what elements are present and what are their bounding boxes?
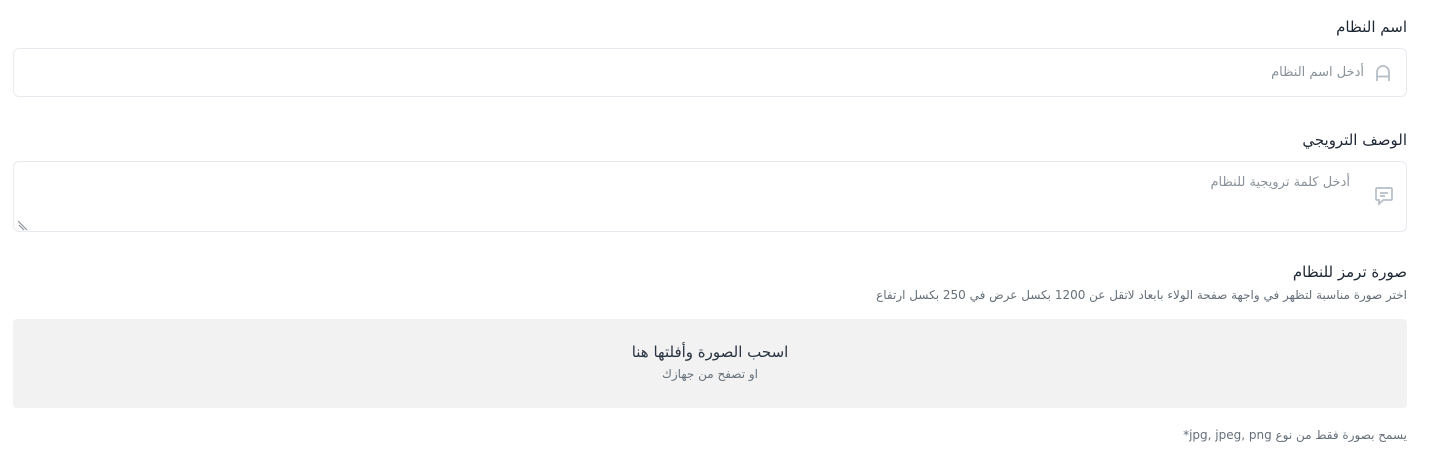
system-settings-form: اسم النظام أدخل اسم النظام الوصف الترويج…	[0, 0, 1429, 463]
promo-description-textarea[interactable]: أدخل كلمة ترويجية للنظام	[13, 161, 1407, 232]
promo-description-placeholder: أدخل كلمة ترويجية للنظام	[1210, 175, 1351, 190]
system-name-placeholder: أدخل اسم النظام	[1271, 65, 1364, 80]
user-icon	[1374, 63, 1392, 83]
system-image-hint: اختر صورة مناسبة لتظهر في واجهة صفحة الو…	[876, 288, 1407, 302]
browse-device-link[interactable]: او تصفح من جهازك	[13, 367, 1407, 381]
message-icon	[1372, 184, 1396, 208]
system-name-input[interactable]: أدخل اسم النظام	[13, 48, 1407, 97]
system-name-label: اسم النظام	[1336, 18, 1407, 36]
resize-handle-icon[interactable]	[17, 216, 29, 231]
allowed-file-types-note: يسمح بصورة فقط من نوع jpg, jpeg, png*	[1183, 428, 1407, 442]
promo-description-label: الوصف الترويجي	[1302, 131, 1407, 149]
dropzone-title: اسحب الصورة وأفلتها هنا	[631, 343, 789, 361]
system-image-label: صورة ترمز للنظام	[1292, 263, 1407, 281]
image-dropzone[interactable]: اسحب الصورة وأفلتها هنا او تصفح من جهازك	[13, 319, 1407, 408]
